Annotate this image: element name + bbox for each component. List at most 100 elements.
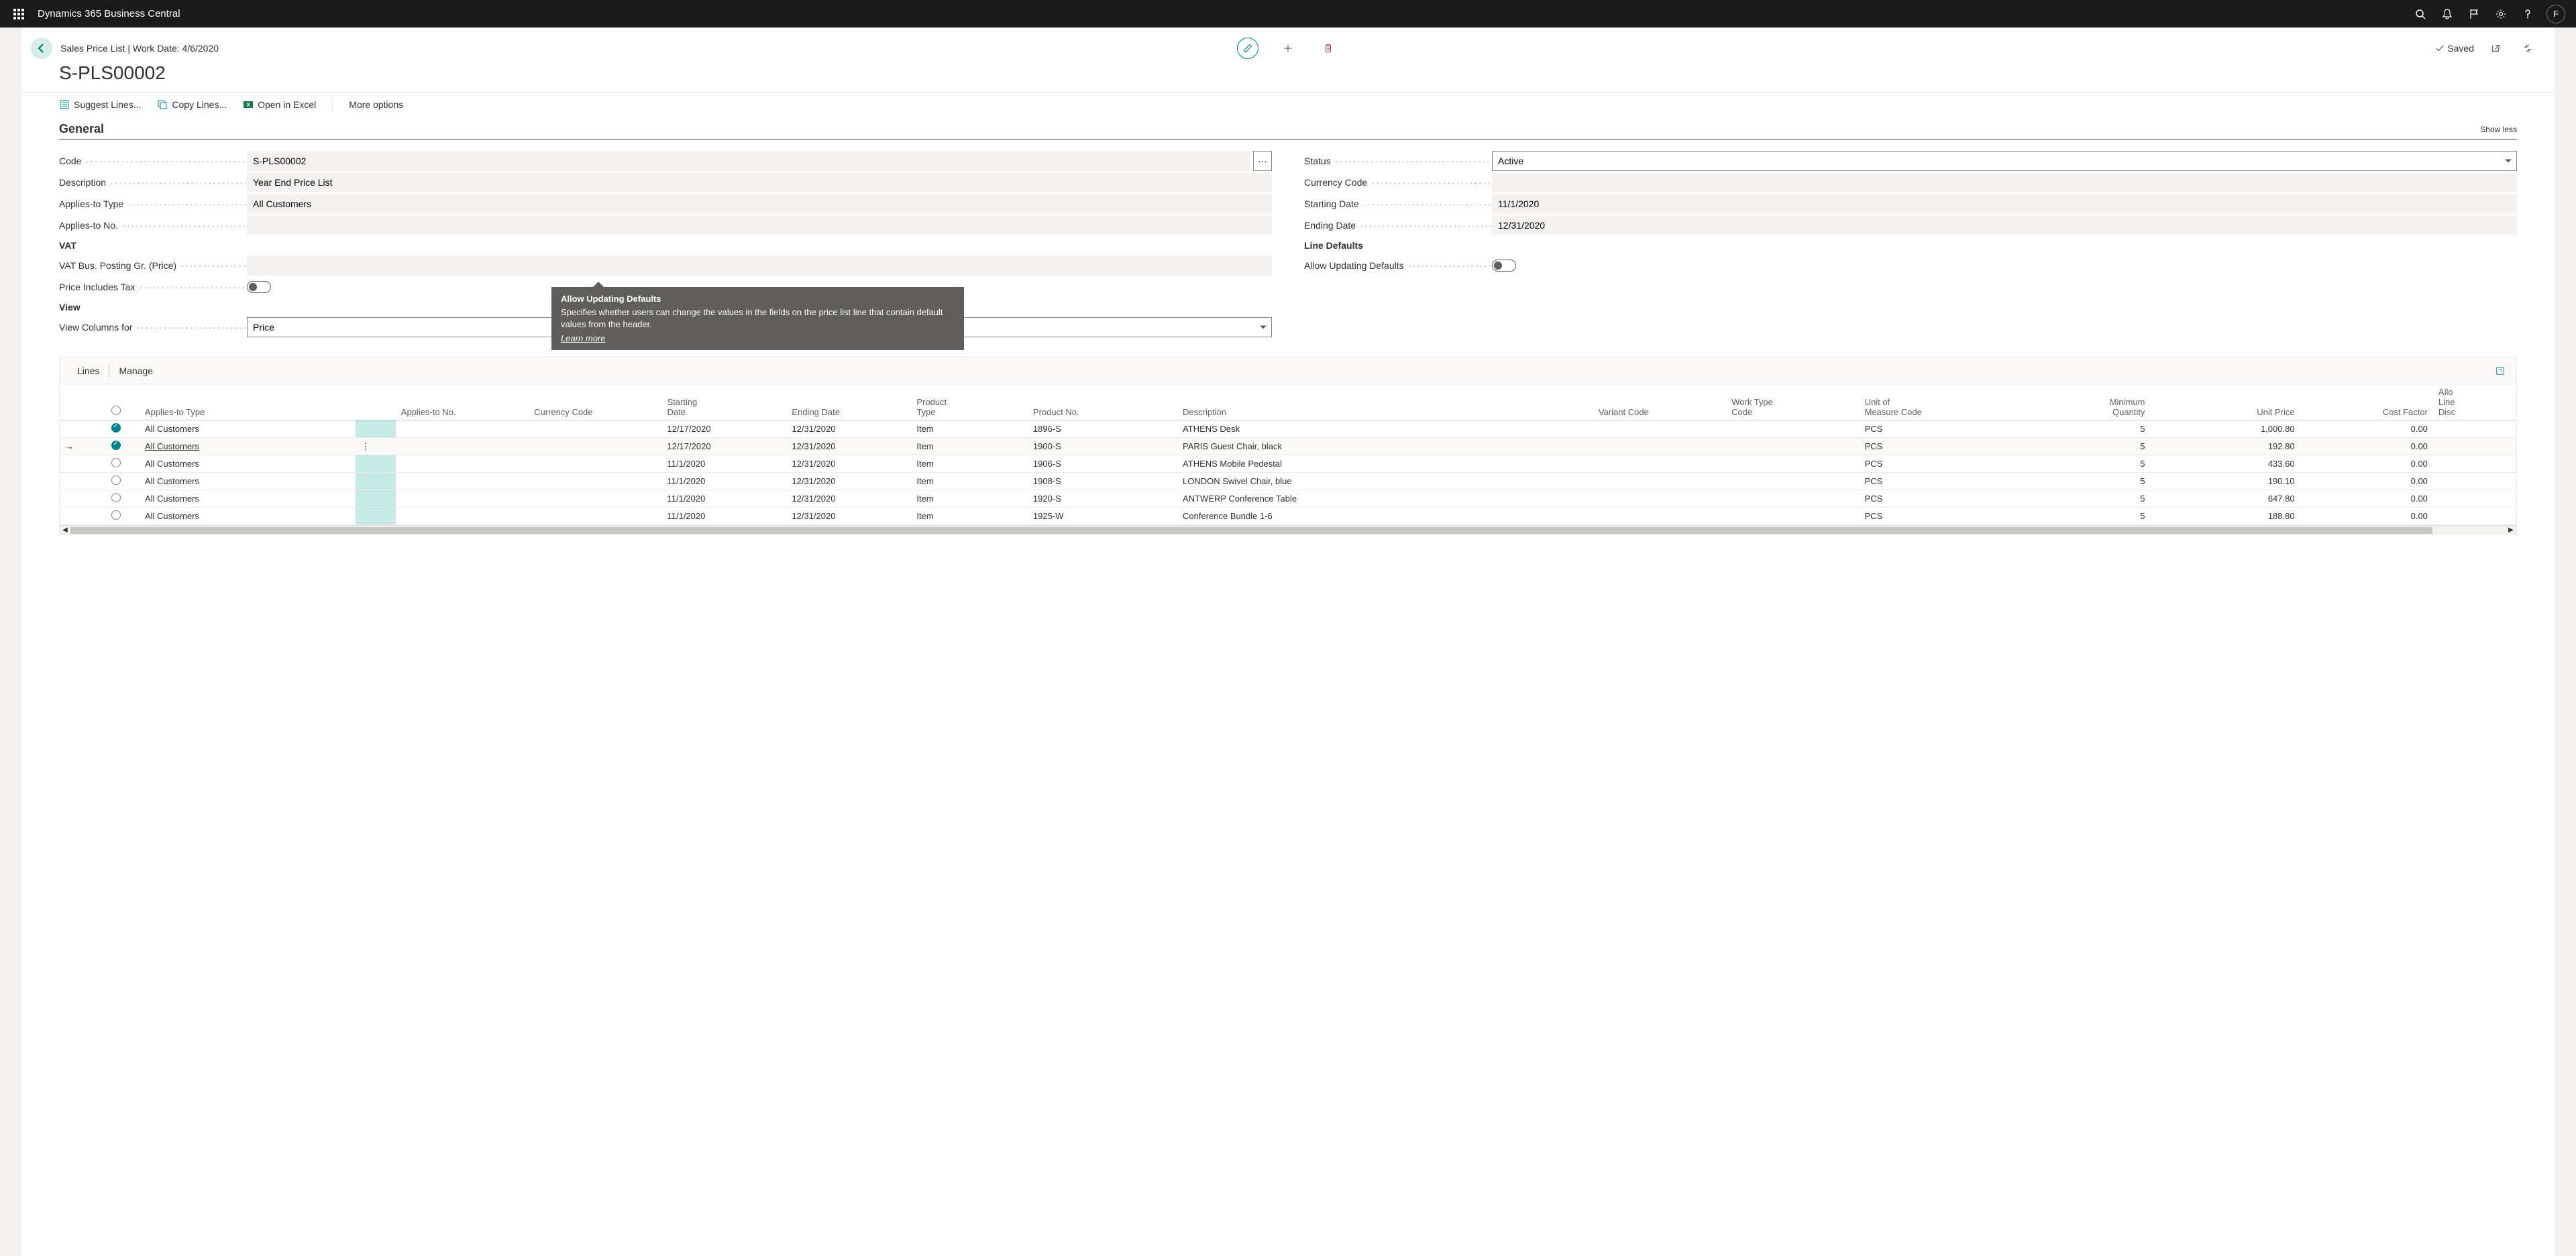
user-avatar[interactable]: F	[2546, 5, 2565, 23]
open-in-excel-action[interactable]: X Open in Excel	[243, 99, 316, 110]
cell-starting-date[interactable]: 12/17/2020	[661, 438, 786, 455]
flag-icon[interactable]	[2461, 1, 2487, 27]
row-select-icon[interactable]	[111, 458, 121, 467]
cell-product-type[interactable]: Item	[911, 420, 1028, 438]
cell-min-qty[interactable]: 5	[2017, 490, 2150, 508]
row-select-icon[interactable]	[111, 441, 121, 450]
cell-product-no[interactable]: 1906-S	[1028, 455, 1177, 473]
edit-button[interactable]	[1237, 38, 1258, 59]
cell-ending-date[interactable]: 12/31/2020	[786, 438, 911, 455]
cell-description[interactable]: ANTWERP Conference Table	[1177, 490, 1593, 508]
col-work-type-code[interactable]: Work TypeCode	[1726, 384, 1859, 420]
cell-ending-date[interactable]: 12/31/2020	[786, 490, 911, 508]
col-cost-factor[interactable]: Cost Factor	[2300, 384, 2433, 420]
new-button[interactable]	[1277, 38, 1299, 59]
starting-date-input[interactable]	[1492, 194, 2517, 214]
cell-cost-factor[interactable]: 0.00	[2300, 455, 2433, 473]
applies-to-no-input[interactable]	[247, 215, 1272, 235]
table-row[interactable]: All Customers 11/1/2020 12/31/2020 Item …	[60, 490, 2516, 508]
col-applies-to-type[interactable]: Applies-to Type	[140, 384, 356, 420]
col-unit-price[interactable]: Unit Price	[2150, 384, 2300, 420]
cell-ending-date[interactable]: 12/31/2020	[786, 420, 911, 438]
cell-description[interactable]: ATHENS Mobile Pedestal	[1177, 455, 1593, 473]
show-less-link[interactable]: Show less	[2480, 125, 2517, 134]
cell-unit-price[interactable]: 1,000.80	[2150, 420, 2300, 438]
popout-icon[interactable]	[2485, 38, 2506, 59]
cell-description[interactable]: Conference Bundle 1-6	[1177, 508, 1593, 525]
col-currency-code[interactable]: Currency Code	[529, 384, 661, 420]
cell-description[interactable]: ATHENS Desk	[1177, 420, 1593, 438]
select-all-checkbox[interactable]	[93, 384, 140, 420]
collapse-icon[interactable]	[2517, 38, 2538, 59]
col-product-type[interactable]: ProductType	[911, 384, 1028, 420]
row-actions-icon[interactable]: ⋮	[361, 441, 370, 451]
cell-product-type[interactable]: Item	[911, 508, 1028, 525]
cell-description[interactable]: PARIS Guest Chair, black	[1177, 438, 1593, 455]
cell-unit-price[interactable]: 188.80	[2150, 508, 2300, 525]
ending-date-input[interactable]	[1492, 215, 2517, 235]
cell-applies-to-type[interactable]: All Customers	[145, 459, 199, 469]
col-applies-to-no[interactable]: Applies-to No.	[396, 384, 529, 420]
table-row[interactable]: All Customers 11/1/2020 12/31/2020 Item …	[60, 508, 2516, 525]
cell-applies-to-type[interactable]: All Customers	[145, 494, 199, 504]
cell-product-no[interactable]: 1920-S	[1028, 490, 1177, 508]
cell-applies-to-type[interactable]: All Customers	[145, 511, 199, 521]
cell-description[interactable]: LONDON Swivel Chair, blue	[1177, 473, 1593, 490]
cell-ending-date[interactable]: 12/31/2020	[786, 455, 911, 473]
cell-cost-factor[interactable]: 0.00	[2300, 508, 2433, 525]
cell-ending-date[interactable]: 12/31/2020	[786, 508, 911, 525]
cell-product-type[interactable]: Item	[911, 438, 1028, 455]
cell-starting-date[interactable]: 11/1/2020	[661, 473, 786, 490]
lines-expand-icon[interactable]	[2492, 363, 2508, 379]
tab-manage[interactable]: Manage	[109, 357, 162, 384]
cell-cost-factor[interactable]: 0.00	[2300, 473, 2433, 490]
table-row[interactable]: All Customers 11/1/2020 12/31/2020 Item …	[60, 473, 2516, 490]
applies-to-type-input[interactable]	[247, 194, 1272, 214]
horizontal-scrollbar[interactable]: ◀ ▶	[60, 525, 2516, 534]
notifications-icon[interactable]	[2434, 1, 2461, 27]
cell-starting-date[interactable]: 11/1/2020	[661, 455, 786, 473]
cell-applies-to-type[interactable]: All Customers	[145, 441, 199, 451]
cell-starting-date[interactable]: 11/1/2020	[661, 508, 786, 525]
code-input[interactable]	[247, 151, 1250, 171]
code-lookup-button[interactable]: ⋯	[1253, 151, 1272, 171]
cell-cost-factor[interactable]: 0.00	[2300, 438, 2433, 455]
col-min-qty[interactable]: MinimumQuantity	[2017, 384, 2150, 420]
search-icon[interactable]	[2407, 1, 2434, 27]
table-row[interactable]: → All Customers ⋮ 12/17/2020 12/31/2020 …	[60, 438, 2516, 455]
app-launcher-icon[interactable]	[5, 1, 32, 27]
col-description[interactable]: Description	[1177, 384, 1593, 420]
vat-bus-input[interactable]	[247, 255, 1272, 276]
suggest-lines-action[interactable]: Suggest Lines...	[59, 99, 141, 110]
cell-unit-price[interactable]: 192.80	[2150, 438, 2300, 455]
col-allow-line-disc[interactable]: AlloLineDisc	[2433, 384, 2516, 420]
row-select-icon[interactable]	[111, 493, 121, 502]
cell-min-qty[interactable]: 5	[2017, 508, 2150, 525]
back-button[interactable]	[31, 38, 52, 59]
cell-product-type[interactable]: Item	[911, 490, 1028, 508]
tooltip-learn-more-link[interactable]: Learn more	[561, 333, 605, 343]
cell-uom[interactable]: PCS	[1860, 508, 2018, 525]
allow-updating-defaults-toggle[interactable]	[1492, 260, 1516, 272]
col-variant-code[interactable]: Variant Code	[1593, 384, 1726, 420]
delete-button[interactable]	[1318, 38, 1339, 59]
help-icon[interactable]	[2514, 1, 2541, 27]
cell-uom[interactable]: PCS	[1860, 438, 2018, 455]
cell-cost-factor[interactable]: 0.00	[2300, 420, 2433, 438]
cell-unit-price[interactable]: 433.60	[2150, 455, 2300, 473]
cell-applies-to-type[interactable]: All Customers	[145, 424, 199, 434]
cell-min-qty[interactable]: 5	[2017, 420, 2150, 438]
col-uom[interactable]: Unit ofMeasure Code	[1860, 384, 2018, 420]
price-includes-tax-toggle[interactable]	[247, 281, 271, 293]
settings-icon[interactable]	[2487, 1, 2514, 27]
col-product-no[interactable]: Product No.	[1028, 384, 1177, 420]
copy-lines-action[interactable]: Copy Lines...	[157, 99, 227, 110]
cell-starting-date[interactable]: 11/1/2020	[661, 490, 786, 508]
cell-uom[interactable]: PCS	[1860, 420, 2018, 438]
cell-unit-price[interactable]: 647.80	[2150, 490, 2300, 508]
status-select[interactable]: Active	[1492, 151, 2517, 171]
col-ending-date[interactable]: Ending Date	[786, 384, 911, 420]
tab-lines[interactable]: Lines	[68, 357, 109, 384]
table-row[interactable]: All Customers 11/1/2020 12/31/2020 Item …	[60, 455, 2516, 473]
cell-product-type[interactable]: Item	[911, 473, 1028, 490]
